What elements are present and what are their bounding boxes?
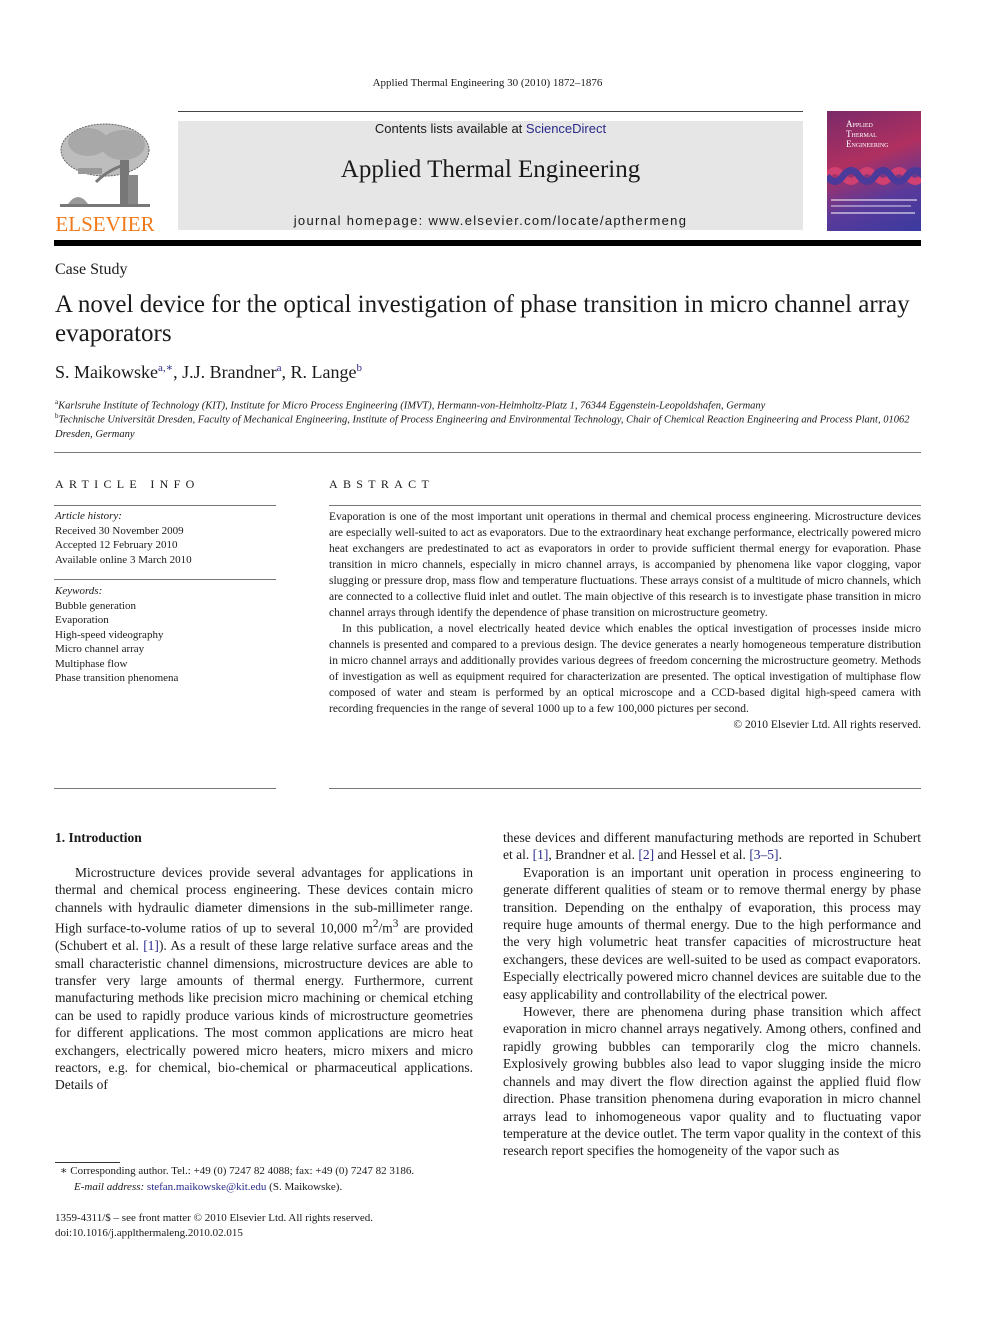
email-link[interactable]: stefan.maikowske@kit.edu [147, 1181, 267, 1193]
homepage-link[interactable]: www.elsevier.com/locate/apthermeng [428, 213, 687, 228]
article-history: Article history: Received 30 November 20… [55, 509, 277, 567]
text-run: ). As a result of these large relative s… [55, 938, 473, 1093]
author-name[interactable]: S. Maikowske [55, 362, 158, 382]
cover-text-line [831, 199, 917, 201]
abstract-paragraph: In this publication, a novel electricall… [329, 623, 921, 715]
article-info-heading: ARTICLE INFO [55, 477, 200, 491]
front-matter: 1359-4311/$ – see front matter © 2010 El… [55, 1211, 373, 1241]
history-accepted: Accepted 12 February 2010 [55, 539, 178, 551]
article-info-rule [54, 579, 276, 580]
email-suffix: (S. Maikowske). [266, 1180, 343, 1193]
abstract-rule [329, 505, 921, 506]
journal-cover-image[interactable]: Applied Thermal Engineering [827, 111, 921, 231]
author-separator: , [173, 362, 183, 382]
text-run: , Brandner et al. [548, 847, 639, 863]
body-column-right: these devices and different manufacturin… [503, 829, 921, 1160]
affiliation-b: bTechnische Universität Dresden, Faculty… [55, 409, 925, 442]
journal-citation: Applied Thermal Engineering 30 (2010) 18… [372, 77, 603, 89]
body-column-left: Microstructure devices provide several a… [55, 864, 473, 1094]
contents-prefix: Contents lists available at [374, 121, 526, 136]
email-label: E-mail address: [74, 1180, 145, 1193]
journal-name: Applied Thermal Engineering [340, 156, 641, 183]
author-list: S. Maikowskea,∗, J.J. Brandnera, R. Lang… [55, 361, 362, 383]
article-type: Case Study [55, 261, 128, 278]
homepage-label: journal homepage: [293, 213, 429, 228]
text-run: and Hessel et al. [654, 847, 750, 863]
history-label: Article history: [55, 510, 122, 522]
keyword-item: Micro channel array [55, 643, 145, 655]
author-affiliation-mark[interactable]: b [356, 362, 362, 374]
body-paragraph: However, there are phenomena during phas… [503, 1004, 921, 1159]
keyword-item: High-speed videography [55, 628, 164, 641]
keywords-label: Keywords: [55, 585, 103, 597]
cover-title: Applied Thermal Engineering [846, 119, 889, 149]
abstract-rule [329, 788, 921, 789]
doi-line[interactable]: doi:10.1016/j.applthermaleng.2010.02.015 [55, 1226, 373, 1241]
author-name[interactable]: R. Lange [290, 362, 356, 382]
author-name[interactable]: J.J. Brandner [182, 362, 276, 382]
body-paragraph: Evaporation is an important unit operati… [503, 864, 921, 1002]
body-paragraph: these devices and different manufacturin… [503, 829, 921, 864]
keyword-item: Phase transition phenomena [55, 672, 179, 684]
reference-link[interactable]: [1] [533, 847, 549, 862]
keyword-item: Multiphase flow [55, 657, 128, 670]
footnote-rule [55, 1162, 120, 1163]
body-paragraph: Microstructure devices provide several a… [55, 864, 473, 1094]
sciencedirect-link[interactable]: ScienceDirect [526, 121, 606, 136]
journal-homepage: journal homepage: www.elsevier.com/locat… [178, 213, 803, 228]
cover-wave-graphic [827, 167, 921, 185]
footnote-text: Corresponding author. Tel.: +49 (0) 7247… [67, 1165, 415, 1177]
history-online: Available online 3 March 2010 [55, 553, 192, 566]
cover-title-line: Applied [846, 119, 873, 129]
contents-line: Contents lists available at ScienceDirec… [178, 121, 803, 136]
affiliation-rule [54, 452, 921, 453]
keyword-item: Evaporation [55, 614, 109, 626]
abstract-copyright: © 2010 Elsevier Ltd. All rights reserved… [733, 719, 921, 731]
issn-line: 1359-4311/$ – see front matter © 2010 El… [55, 1212, 374, 1224]
cover-text-line [831, 205, 911, 207]
cover-text-line [831, 212, 915, 214]
article-title: A novel device for the optical investiga… [55, 291, 910, 347]
section-heading-introduction: 1. Introduction [55, 830, 142, 845]
text-run: /m [378, 920, 393, 936]
abstract-heading: ABSTRACT [329, 477, 435, 491]
history-received: Received 30 November 2009 [55, 524, 184, 537]
header-rule [178, 111, 803, 112]
article-info-rule [54, 788, 276, 789]
article-info-rule [54, 505, 276, 506]
corresponding-author-footnote: ∗ Corresponding author. Tel.: +49 (0) 72… [60, 1164, 480, 1195]
reference-link[interactable]: [1] [143, 938, 159, 953]
publisher-wordmark: ELSEVIER [55, 212, 155, 236]
reference-link[interactable]: [2] [638, 847, 654, 862]
cover-title-line: Thermal [846, 129, 877, 139]
text-run: . [778, 847, 782, 863]
keyword-item: Bubble generation [55, 599, 136, 612]
abstract-body: Evaporation is one of the most important… [329, 509, 921, 733]
cover-title-line: Engineering [846, 139, 889, 149]
tree-icon [60, 123, 150, 207]
keywords: Keywords: Bubble generation Evaporation … [55, 584, 277, 686]
affiliation-text: Technische Universität Dresden, Faculty … [55, 414, 910, 440]
header-thick-rule [54, 240, 921, 246]
abstract-paragraph: Evaporation is one of the most important… [329, 511, 921, 619]
reference-link[interactable]: [3–5] [749, 847, 778, 862]
elsevier-logo[interactable]: ELSEVIER [54, 120, 156, 236]
author-affiliation-mark[interactable]: a,∗ [158, 362, 173, 374]
